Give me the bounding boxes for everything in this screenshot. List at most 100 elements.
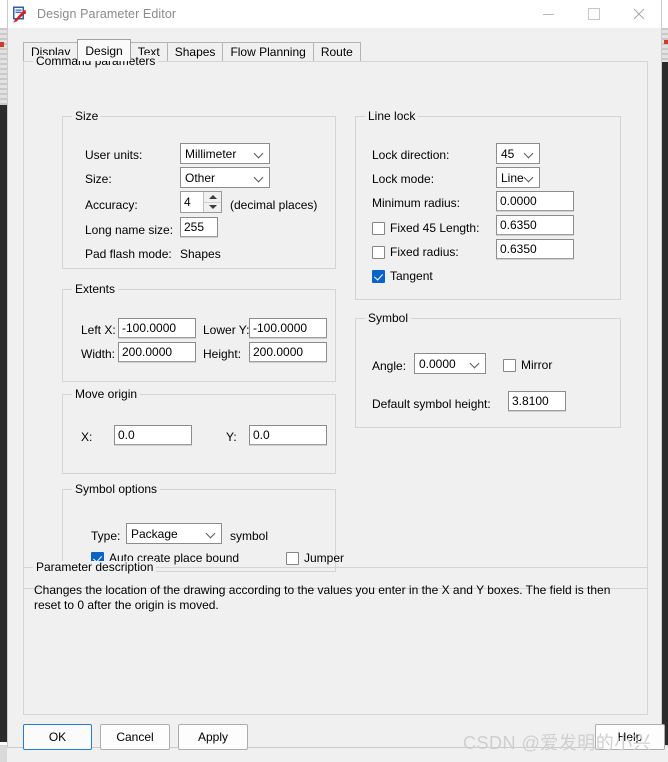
accuracy-increment-button[interactable] xyxy=(204,192,221,202)
desktop-right-edge-accent xyxy=(664,40,668,44)
desktop-right-dark-strip xyxy=(662,62,668,747)
symbol-angle-select[interactable]: 0.0000 xyxy=(414,353,486,374)
accuracy-decrement-button[interactable] xyxy=(204,201,221,213)
chevron-down-icon xyxy=(255,173,264,182)
jumper-checkbox-row[interactable]: Jumper xyxy=(286,551,344,565)
symbol-angle-value: 0.0000 xyxy=(419,356,456,371)
fixed-45-length-input[interactable]: 0.6350 xyxy=(496,215,574,235)
maximize-button[interactable] xyxy=(571,0,616,28)
height-input[interactable]: 200.0000 xyxy=(249,342,327,362)
tab-design[interactable]: Design xyxy=(77,39,131,61)
lock-direction-select[interactable]: 45 xyxy=(496,143,540,164)
default-symbol-height-label: Default symbol height: xyxy=(372,397,491,411)
cancel-button[interactable]: Cancel xyxy=(100,724,170,750)
size-value: Other xyxy=(185,170,216,185)
default-symbol-height-value: 3.8100 xyxy=(512,394,549,408)
accuracy-stepper[interactable]: 4 xyxy=(180,191,222,213)
close-icon xyxy=(633,8,644,20)
width-input[interactable]: 200.0000 xyxy=(118,342,196,362)
lock-direction-value: 45 xyxy=(501,146,515,161)
user-units-select[interactable]: Millimeter xyxy=(180,143,270,164)
chevron-down-icon xyxy=(525,149,534,158)
lock-mode-label: Lock mode: xyxy=(372,172,435,186)
height-label: Height: xyxy=(203,347,242,361)
window-controls xyxy=(526,0,661,28)
design-parameter-editor-icon xyxy=(11,5,29,23)
tangent-label: Tangent xyxy=(390,269,433,283)
line-lock-group: Line lock Lock direction: 45 Lock mode: … xyxy=(355,110,621,300)
fixed-radius-checkbox-row[interactable]: Fixed radius: xyxy=(372,245,459,259)
maximize-icon xyxy=(587,8,600,20)
accuracy-value[interactable]: 4 xyxy=(181,192,203,212)
tab-route[interactable]: Route xyxy=(312,42,361,61)
apply-button[interactable]: Apply xyxy=(178,724,248,750)
jumper-checkbox[interactable] xyxy=(286,551,299,565)
default-symbol-height-input[interactable]: 3.8100 xyxy=(508,391,566,411)
lower-y-input[interactable]: -100.0000 xyxy=(249,318,327,338)
chevron-down-icon xyxy=(207,529,216,538)
fixed-radius-checkbox[interactable] xyxy=(372,245,385,259)
lock-mode-select[interactable]: Line xyxy=(496,167,540,188)
help-button[interactable]: Help xyxy=(595,724,665,750)
symbol-type-value: Package xyxy=(131,526,178,541)
accuracy-suffix-label: (decimal places) xyxy=(230,198,318,212)
lock-mode-value: Line xyxy=(501,170,524,185)
lock-direction-label: Lock direction: xyxy=(372,148,450,162)
lower-y-value: -100.0000 xyxy=(253,321,308,335)
pad-flash-mode-value: Shapes xyxy=(180,247,221,261)
minimum-radius-value: 0.0000 xyxy=(500,194,537,208)
move-origin-y-input[interactable]: 0.0 xyxy=(249,425,327,445)
parameter-description-legend: Parameter description xyxy=(33,561,157,574)
move-origin-x-value: 0.0 xyxy=(118,428,135,442)
tangent-checkbox[interactable] xyxy=(372,269,385,283)
tab-flow-planning[interactable]: Flow Planning xyxy=(222,42,314,61)
size-legend: Size xyxy=(72,110,102,123)
lower-y-label: Lower Y: xyxy=(203,323,250,337)
move-origin-x-label: X: xyxy=(81,430,93,444)
left-x-label: Left X: xyxy=(81,323,116,337)
symbol-type-select[interactable]: Package xyxy=(126,523,222,544)
fixed-radius-value: 0.6350 xyxy=(500,242,537,256)
mirror-checkbox-row[interactable]: Mirror xyxy=(503,358,552,372)
mirror-checkbox[interactable] xyxy=(503,358,516,372)
symbol-options-legend: Symbol options xyxy=(72,483,161,496)
fixed-45-length-label: Fixed 45 Length: xyxy=(390,221,480,235)
close-button[interactable] xyxy=(616,0,661,28)
size-select[interactable]: Other xyxy=(180,167,270,188)
move-origin-legend: Move origin xyxy=(72,388,141,401)
user-units-label: User units: xyxy=(85,148,143,162)
line-lock-legend: Line lock xyxy=(365,110,419,123)
tangent-checkbox-row[interactable]: Tangent xyxy=(372,269,433,283)
minimize-button[interactable] xyxy=(526,0,571,28)
desktop-left-edge-strip xyxy=(0,28,7,105)
size-group: Size User units: Millimeter Size: Other … xyxy=(62,110,336,269)
minimize-icon xyxy=(543,13,554,15)
left-x-value: -100.0000 xyxy=(122,321,177,335)
dialog-client-area: Display Design Text Shapes Flow Planning… xyxy=(8,28,665,750)
title-bar: Design Parameter Editor xyxy=(8,0,661,28)
tab-shapes[interactable]: Shapes xyxy=(166,42,224,61)
desktop-left-dark-strip xyxy=(0,105,7,742)
parameter-description-group: Parameter description Changes the locati… xyxy=(23,561,648,715)
parameter-description-text: Changes the location of the drawing acco… xyxy=(34,583,611,612)
height-value: 200.0000 xyxy=(253,345,304,359)
minimum-radius-label: Minimum radius: xyxy=(372,196,461,210)
ok-button[interactable]: OK xyxy=(23,724,92,750)
long-name-size-label: Long name size: xyxy=(85,223,174,237)
chevron-down-icon xyxy=(255,149,264,158)
symbol-legend: Symbol xyxy=(365,312,412,325)
move-origin-x-input[interactable]: 0.0 xyxy=(114,425,192,445)
fixed-45-length-checkbox[interactable] xyxy=(372,221,385,235)
extents-group: Extents Left X: -100.0000 Lower Y: -100.… xyxy=(62,283,336,382)
move-origin-y-label: Y: xyxy=(226,430,237,444)
width-value: 200.0000 xyxy=(122,345,173,359)
fixed-45-length-checkbox-row[interactable]: Fixed 45 Length: xyxy=(372,221,479,235)
minimum-radius-input[interactable]: 0.0000 xyxy=(496,191,574,211)
command-parameters-group: Command parameters Size User units: Mill… xyxy=(23,55,648,589)
long-name-size-input[interactable]: 255 xyxy=(180,217,218,237)
chevron-down-icon xyxy=(525,173,534,182)
desktop-bottom-left-corner xyxy=(0,746,7,762)
left-x-input[interactable]: -100.0000 xyxy=(118,318,196,338)
fixed-radius-input[interactable]: 0.6350 xyxy=(496,239,574,259)
mirror-label: Mirror xyxy=(521,358,553,372)
